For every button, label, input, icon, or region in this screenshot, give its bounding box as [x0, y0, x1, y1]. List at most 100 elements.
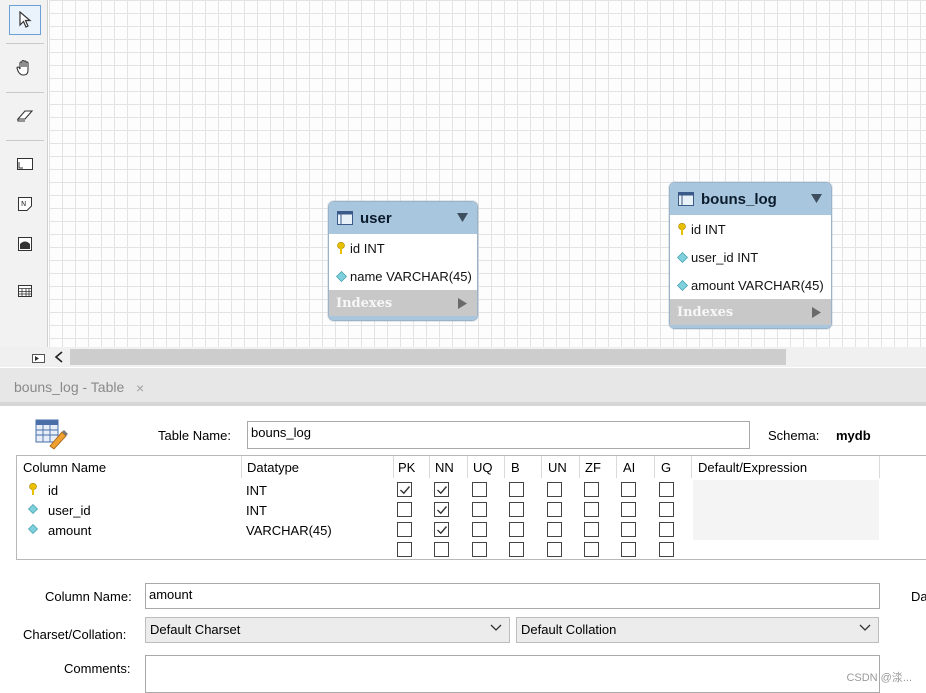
table-row[interactable]: id INT: [17, 480, 894, 500]
checkbox-g[interactable]: [659, 542, 674, 557]
scroll-left-arrow-icon[interactable]: [54, 351, 64, 363]
cell-column-name[interactable]: user_id: [48, 503, 91, 518]
checkbox-b[interactable]: [509, 482, 524, 497]
scrollbar-thumb[interactable]: [70, 349, 786, 365]
header-g[interactable]: G: [661, 460, 671, 475]
entity-column[interactable]: name VARCHAR(45): [329, 262, 477, 290]
entity-header[interactable]: user: [329, 202, 477, 234]
column-diamond-icon: [676, 279, 688, 291]
checkbox-pk[interactable]: [397, 482, 412, 497]
checkbox-ai[interactable]: [621, 502, 636, 517]
checkbox-un[interactable]: [547, 542, 562, 557]
cell-datatype[interactable]: INT: [246, 503, 267, 518]
checkbox-pk[interactable]: [397, 502, 412, 517]
table-edit-icon: [35, 419, 68, 450]
checkbox-zf[interactable]: [584, 502, 599, 517]
checkbox-un[interactable]: [547, 502, 562, 517]
entity-column[interactable]: user_id INT: [670, 243, 831, 271]
hand-tool[interactable]: [9, 53, 41, 83]
checkbox-zf[interactable]: [584, 482, 599, 497]
checkbox-nn[interactable]: [434, 482, 449, 497]
minimap-toggle-icon[interactable]: [32, 352, 46, 364]
checkbox-ai[interactable]: [621, 482, 636, 497]
header-uq[interactable]: UQ: [473, 460, 493, 475]
primary-key-icon: [337, 242, 345, 254]
watermark: CSDN @渁...: [846, 672, 912, 684]
expand-arrow-icon[interactable]: [812, 307, 821, 318]
header-ai[interactable]: AI: [623, 460, 635, 475]
comments-textarea[interactable]: [145, 655, 880, 693]
checkbox-pk[interactable]: [397, 522, 412, 537]
checkbox-uq[interactable]: [472, 542, 487, 557]
collapse-triangle-icon[interactable]: [811, 194, 822, 203]
checkbox-un[interactable]: [547, 522, 562, 537]
table-icon: [337, 211, 353, 225]
checkbox-g[interactable]: [659, 522, 674, 537]
cell-datatype[interactable]: VARCHAR(45): [246, 523, 332, 538]
cell-datatype[interactable]: INT: [246, 483, 267, 498]
checkbox-un[interactable]: [547, 482, 562, 497]
checkbox-nn[interactable]: [434, 502, 449, 517]
indexes-section[interactable]: Indexes: [670, 299, 831, 325]
checkbox-nn[interactable]: [434, 542, 449, 557]
charset-select[interactable]: Default Charset: [145, 617, 510, 643]
checkbox-zf[interactable]: [584, 542, 599, 557]
checkbox-g[interactable]: [659, 482, 674, 497]
eraser-tool[interactable]: [9, 101, 41, 131]
checkbox-uq[interactable]: [472, 522, 487, 537]
entity-bouns-log[interactable]: bouns_log id INT user_id INT amount VARC…: [669, 182, 832, 329]
checkbox-uq[interactable]: [472, 482, 487, 497]
cell-default-expression[interactable]: [693, 520, 879, 540]
collation-select[interactable]: Default Collation: [516, 617, 879, 643]
cell-default-expression[interactable]: [693, 500, 879, 520]
checkbox-b[interactable]: [509, 502, 524, 517]
pointer-tool[interactable]: [9, 5, 41, 35]
column-diamond-icon: [676, 251, 688, 263]
checkbox-ai[interactable]: [621, 522, 636, 537]
tab-bouns-log-table[interactable]: bouns_log - Table: [6, 372, 154, 402]
indexes-section[interactable]: Indexes: [329, 290, 477, 316]
header-datatype[interactable]: Datatype: [247, 460, 299, 475]
table-row[interactable]: user_id INT: [17, 500, 894, 520]
close-icon[interactable]: ×: [136, 380, 144, 396]
collapse-triangle-icon[interactable]: [457, 213, 468, 222]
checkbox-b[interactable]: [509, 522, 524, 537]
header-un[interactable]: UN: [548, 460, 567, 475]
checkbox-nn[interactable]: [434, 522, 449, 537]
checkbox-zf[interactable]: [584, 522, 599, 537]
columns-grid[interactable]: Column Name Datatype PK NN UQ B UN ZF AI…: [16, 455, 926, 560]
cell-column-name[interactable]: amount: [48, 523, 91, 538]
header-default-expression[interactable]: Default/Expression: [698, 460, 807, 475]
entity-column[interactable]: id INT: [670, 215, 831, 243]
checkbox-ai[interactable]: [621, 542, 636, 557]
table-name-input[interactable]: bouns_log: [247, 421, 750, 449]
svg-text:N: N: [21, 200, 26, 208]
entity-user[interactable]: user id INT name VARCHAR(45) Indexes: [328, 201, 478, 321]
layer-tool[interactable]: [9, 149, 41, 179]
image-tool[interactable]: [9, 229, 41, 259]
tab-label: bouns_log - Table: [14, 379, 125, 395]
checkmark-icon: [437, 486, 448, 495]
diagram-canvas[interactable]: user id INT name VARCHAR(45) Indexes bou…: [49, 0, 926, 347]
checkbox-pk[interactable]: [397, 542, 412, 557]
column-name-input[interactable]: amount: [145, 583, 880, 609]
checkbox-uq[interactable]: [472, 502, 487, 517]
header-nn[interactable]: NN: [435, 460, 454, 475]
entity-column[interactable]: amount VARCHAR(45): [670, 271, 831, 299]
table-row[interactable]: amount VARCHAR(45): [17, 520, 894, 540]
table-row[interactable]: [17, 540, 894, 560]
cell-column-name[interactable]: id: [48, 483, 58, 498]
header-zf[interactable]: ZF: [585, 460, 601, 475]
header-pk[interactable]: PK: [398, 460, 415, 475]
cell-default-expression[interactable]: [693, 480, 879, 500]
expand-arrow-icon[interactable]: [458, 298, 467, 309]
checkbox-g[interactable]: [659, 502, 674, 517]
column-label: name VARCHAR(45): [350, 268, 472, 284]
header-column-name[interactable]: Column Name: [23, 460, 106, 475]
table-tool[interactable]: [9, 276, 41, 306]
checkbox-b[interactable]: [509, 542, 524, 557]
header-b[interactable]: B: [511, 460, 520, 475]
entity-column[interactable]: id INT: [329, 234, 477, 262]
note-tool[interactable]: N: [9, 189, 41, 219]
entity-header[interactable]: bouns_log: [670, 183, 831, 215]
